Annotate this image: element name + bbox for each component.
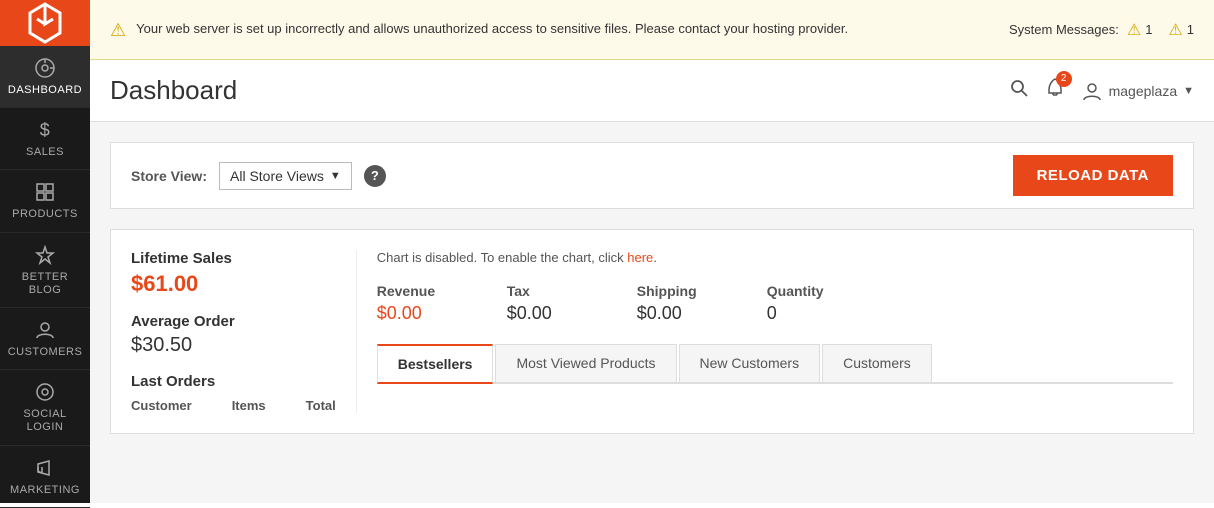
store-view-dropdown[interactable]: All Store Views ▼ [219,162,352,190]
system-message-count-2: 1 [1187,22,1194,37]
col-total: Total [306,398,336,413]
lifetime-sales-label: Lifetime Sales [131,250,336,267]
user-name: mageplaza [1109,83,1178,99]
tabs-row: Bestsellers Most Viewed Products New Cus… [377,344,1173,384]
help-icon[interactable]: ? [364,165,386,187]
sidebar-item-label-customers: Customers [8,346,83,359]
col-items: Items [232,398,266,413]
col-customer: Customer [131,398,192,413]
tab-customers[interactable]: Customers [822,344,932,382]
sidebar-item-customers[interactable]: Customers [0,308,90,370]
user-menu-chevron-icon: ▼ [1183,85,1194,97]
warning-triangle-icon: ⚠ [110,20,126,41]
chart-msg-text: Chart is disabled. To enable the chart, … [377,250,628,265]
notification-count: 2 [1056,71,1072,87]
warning-icon-1: ⚠ [1127,20,1141,40]
dashboard-icon [34,56,56,80]
warning-icon-2: ⚠ [1168,20,1182,40]
chart-disabled-message: Chart is disabled. To enable the chart, … [377,250,1173,265]
user-menu-button[interactable]: mageplaza ▼ [1081,80,1194,102]
sidebar-item-marketing[interactable]: Marketing [0,446,90,508]
metric-quantity-value: 0 [767,303,857,324]
tab-most-viewed-label: Most Viewed Products [516,355,655,371]
sales-icon: $ [40,118,51,142]
chart-enable-link[interactable]: here [627,250,653,265]
tab-most-viewed[interactable]: Most Viewed Products [495,344,676,382]
sidebar: Dashboard $ Sales Products Better Blog [0,0,90,503]
sidebar-item-label-sales: Sales [26,146,64,159]
metric-shipping: Shipping $0.00 [637,283,727,324]
system-message-badge-2[interactable]: ⚠ 1 [1168,20,1194,40]
system-messages-label: System Messages: [1009,22,1119,37]
magento-logo-icon [22,0,68,46]
warning-message: Your web server is set up incorrectly an… [136,19,848,39]
metric-revenue-value: $0.00 [377,303,467,324]
page-header: Dashboard 2 [90,60,1214,122]
avg-order-value: $30.50 [131,334,336,357]
reload-data-button[interactable]: Reload Data [1013,155,1173,196]
metric-revenue-label: Revenue [377,283,467,299]
metric-revenue: Revenue $0.00 [377,283,467,324]
tab-new-customers-label: New Customers [700,355,800,371]
metric-tax-label: Tax [507,283,597,299]
page-title: Dashboard [110,75,237,106]
header-actions: 2 mageplaza ▼ [1009,77,1194,105]
search-button[interactable] [1009,78,1029,103]
sidebar-item-label-better-blog: Better Blog [5,271,85,297]
avg-order-label: Average Order [131,313,336,330]
store-view-label: Store View: [131,168,207,184]
tab-bestsellers-label: Bestsellers [398,356,473,372]
metric-tax-value: $0.00 [507,303,597,324]
marketing-icon [35,456,55,480]
sidebar-item-label-marketing: Marketing [10,484,80,497]
sidebar-item-better-blog[interactable]: Better Blog [0,233,90,308]
metric-quantity: Quantity 0 [767,283,857,324]
last-orders-label: Last Orders [131,373,336,390]
user-icon [1081,80,1103,102]
store-view-bar: Store View: All Store Views ▼ ? Reload D… [110,142,1194,209]
store-view-left: Store View: All Store Views ▼ ? [131,162,386,190]
notification-button[interactable]: 2 [1044,77,1066,105]
sidebar-item-products[interactable]: Products [0,170,90,232]
warning-left: ⚠ Your web server is set up incorrectly … [110,19,1009,41]
dashboard-body: Lifetime Sales $61.00 Average Order $30.… [110,229,1194,434]
tab-bestsellers[interactable]: Bestsellers [377,344,494,384]
better-blog-icon [35,243,55,267]
sidebar-item-label-dashboard: Dashboard [8,84,82,97]
warning-banner: ⚠ Your web server is set up incorrectly … [90,0,1214,60]
system-message-badge-1[interactable]: ⚠ 1 [1127,20,1153,40]
metric-shipping-value: $0.00 [637,303,727,324]
stats-left: Lifetime Sales $61.00 Average Order $30.… [131,250,357,413]
metric-quantity-label: Quantity [767,283,857,299]
lifetime-sales-value: $61.00 [131,271,336,297]
system-message-count-1: 1 [1145,22,1152,37]
sidebar-item-label-social-login: Social Login [5,408,85,434]
social-login-icon [35,380,55,404]
sidebar-item-social-login[interactable]: Social Login [0,370,90,445]
tab-new-customers[interactable]: New Customers [679,344,821,382]
metric-shipping-label: Shipping [637,283,727,299]
stats-right: Chart is disabled. To enable the chart, … [377,250,1173,413]
products-icon [35,180,55,204]
metric-tax: Tax $0.00 [507,283,597,324]
customers-icon [35,318,55,342]
sidebar-logo[interactable] [0,0,90,46]
sidebar-item-sales[interactable]: $ Sales [0,108,90,170]
last-orders-columns: Customer Items Total [131,398,336,413]
sidebar-item-dashboard[interactable]: Dashboard [0,46,90,108]
system-messages-area: System Messages: ⚠ 1 ⚠ 1 [1009,20,1194,40]
store-view-selected: All Store Views [230,168,324,184]
main-content: ⚠ Your web server is set up incorrectly … [90,0,1214,503]
store-view-chevron-icon: ▼ [330,170,341,182]
content-area: Store View: All Store Views ▼ ? Reload D… [90,122,1214,503]
metrics-row: Revenue $0.00 Tax $0.00 Shipping $0.00 Q… [377,283,1173,324]
tab-customers-label: Customers [843,355,911,371]
sidebar-item-label-products: Products [12,208,78,221]
